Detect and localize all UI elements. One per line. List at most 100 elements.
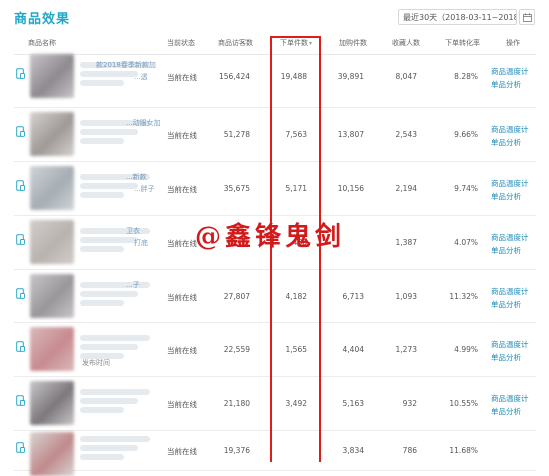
- visitors-cell: 35,675: [223, 184, 250, 193]
- product-title-blurred: [80, 138, 124, 144]
- product-title-blurred: [80, 80, 124, 86]
- status-cell: 当前在线: [167, 131, 197, 140]
- conversion-cell: 11.32%: [449, 292, 478, 301]
- mobile-device-icon: [16, 438, 25, 453]
- product-title-blurred: [80, 183, 138, 189]
- product-thermometer-link[interactable]: 商品温度计: [491, 178, 529, 189]
- product-title-blurred: [80, 445, 138, 451]
- status-cell: 当前在线: [167, 239, 197, 248]
- favorites-cell: 2,543: [395, 130, 417, 139]
- carts-cell: 39,891: [337, 72, 364, 81]
- single-product-analysis-link[interactable]: 单品分析: [491, 406, 521, 417]
- mobile-device-icon: [16, 391, 25, 406]
- status-cell: 当前在线: [167, 73, 197, 82]
- conversion-cell: 10.55%: [449, 399, 478, 408]
- single-product-analysis-link[interactable]: 单品分析: [491, 299, 521, 310]
- product-title-blurred: [80, 291, 138, 297]
- product-thumbnail[interactable]: [30, 220, 74, 264]
- single-product-analysis-link[interactable]: 单品分析: [491, 79, 521, 90]
- product-thermometer-link[interactable]: 商品温度计: [491, 232, 529, 243]
- publish-time-label: 发布时间: [82, 359, 110, 367]
- product-title-blurred: [80, 398, 138, 404]
- product-title-blurred: [80, 407, 124, 413]
- favorites-cell: 1,093: [395, 292, 417, 301]
- conversion-cell: 8.28%: [454, 72, 478, 81]
- product-thumbnail[interactable]: [30, 166, 74, 210]
- product-title-blurred: [80, 246, 124, 252]
- calendar-icon: [523, 13, 532, 22]
- single-product-analysis-link[interactable]: 单品分析: [491, 191, 521, 202]
- favorites-cell: 1,387: [395, 238, 417, 247]
- product-title-blurred: [80, 436, 150, 442]
- product-title-blurred: [80, 300, 124, 306]
- mobile-device-icon: [16, 176, 25, 191]
- mobile-device-icon: [16, 337, 25, 352]
- product-title-blurred: [80, 454, 124, 460]
- favorites-cell: 786: [402, 446, 417, 455]
- carts-cell: 6,713: [342, 292, 364, 301]
- calendar-button[interactable]: [519, 9, 535, 25]
- product-title-fragment: 打底: [134, 239, 148, 247]
- status-cell: 当前在线: [167, 400, 197, 409]
- product-title-fragment[interactable]: ...动服女加: [126, 118, 161, 128]
- product-title-blurred: [80, 237, 138, 243]
- date-range-select[interactable]: 最近30天（2018-03-11~2018-04-09）: [398, 9, 517, 25]
- visitors-cell: 21,180: [223, 399, 250, 408]
- status-cell: 当前在线: [167, 293, 197, 302]
- product-title-fragment[interactable]: ...新款: [126, 172, 147, 182]
- product-thermometer-link[interactable]: 商品温度计: [491, 339, 529, 350]
- status-cell: 当前在线: [167, 447, 197, 456]
- product-thermometer-link[interactable]: 商品温度计: [491, 124, 529, 135]
- page-title: 商品效果: [14, 12, 71, 27]
- status-cell: 当前在线: [167, 185, 197, 194]
- product-thermometer-link[interactable]: 商品温度计: [491, 393, 529, 404]
- conversion-cell: 4.99%: [454, 345, 478, 354]
- visitors-cell: 27,807: [223, 292, 250, 301]
- product-thumbnail[interactable]: [30, 432, 74, 476]
- mobile-device-icon: [16, 284, 25, 299]
- single-product-analysis-link[interactable]: 单品分析: [491, 137, 521, 148]
- favorites-cell: 2,194: [395, 184, 417, 193]
- carts-cell: 10,156: [337, 184, 364, 193]
- favorites-cell: 1,273: [395, 345, 417, 354]
- product-thermometer-link[interactable]: 商品温度计: [491, 286, 529, 297]
- product-title-blurred: [80, 71, 138, 77]
- carts-cell: 4,404: [342, 345, 364, 354]
- product-title-fragment: ...透: [134, 73, 148, 81]
- conversion-cell: 4.07%: [454, 238, 478, 247]
- watermark-text: @鑫锋鬼剑: [195, 222, 346, 252]
- product-title-blurred: [80, 335, 150, 341]
- product-thumbnail[interactable]: [30, 274, 74, 318]
- product-title-blurred: [80, 192, 124, 198]
- conversion-cell: 9.74%: [454, 184, 478, 193]
- visitors-cell: 22,559: [223, 345, 250, 354]
- single-product-analysis-link[interactable]: 单品分析: [491, 352, 521, 363]
- conversion-cell: 11.68%: [449, 446, 478, 455]
- product-thermometer-link[interactable]: 商品温度计: [491, 66, 529, 77]
- product-thumbnail[interactable]: [30, 381, 74, 425]
- mobile-device-icon: [16, 122, 25, 137]
- single-product-analysis-link[interactable]: 单品分析: [491, 245, 521, 256]
- visitors-cell: 156,424: [218, 72, 250, 81]
- favorites-cell: 8,047: [395, 72, 417, 81]
- status-cell: 当前在线: [167, 346, 197, 355]
- mobile-device-icon: [16, 64, 25, 79]
- product-title-fragment[interactable]: ...子: [126, 280, 140, 290]
- product-title-blurred: [80, 344, 138, 350]
- product-title-blurred: [80, 389, 150, 395]
- product-title-fragment[interactable]: 款2018春季新款加: [96, 60, 156, 70]
- visitors-cell: 19,376: [223, 446, 250, 455]
- product-thumbnail[interactable]: [30, 327, 74, 371]
- carts-cell: 5,163: [342, 399, 364, 408]
- carts-cell: 3,834: [342, 446, 364, 455]
- product-thumbnail[interactable]: [30, 54, 74, 98]
- product-title-fragment: ...胖子: [134, 185, 155, 193]
- favorites-cell: 932: [402, 399, 417, 408]
- product-thumbnail[interactable]: [30, 112, 74, 156]
- carts-cell: 13,807: [337, 130, 364, 139]
- mobile-device-icon: [16, 230, 25, 245]
- page-header: 商品效果 最近30天（2018-03-11~2018-04-09）: [0, 0, 549, 34]
- product-title-blurred: [80, 129, 138, 135]
- product-title-fragment[interactable]: 卫衣: [126, 226, 140, 236]
- conversion-cell: 9.66%: [454, 130, 478, 139]
